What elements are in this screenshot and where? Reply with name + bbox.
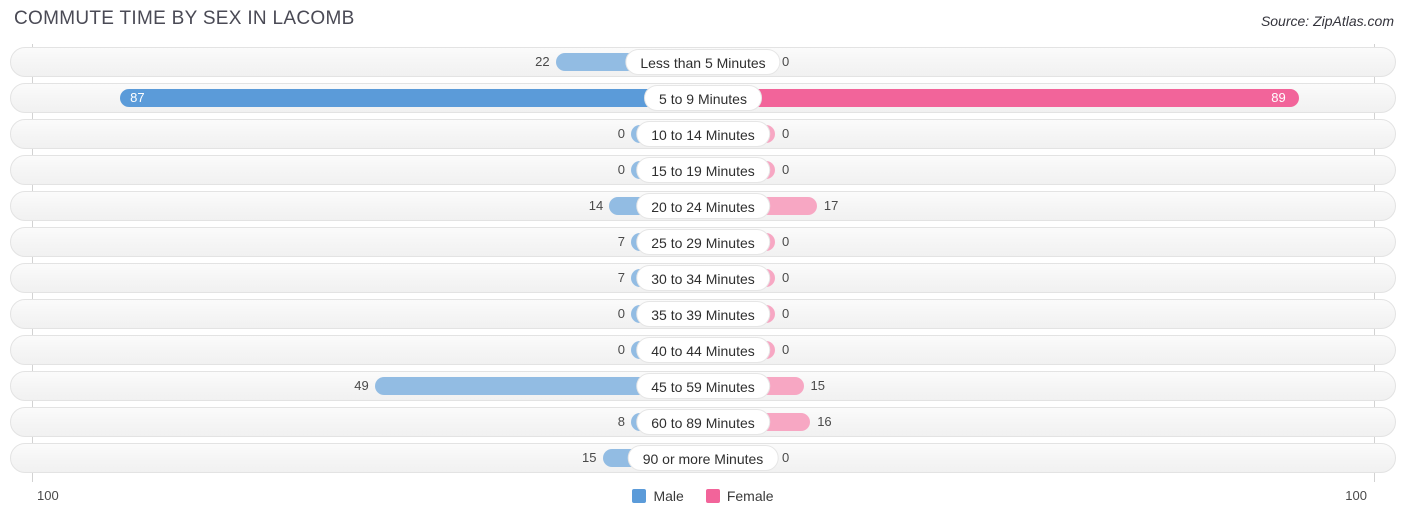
bar-male-container: [33, 413, 703, 431]
category-label: 20 to 24 Minutes: [636, 193, 770, 219]
category-label: 60 to 89 Minutes: [636, 409, 770, 435]
legend-swatch-female-icon: [705, 489, 720, 503]
table-row[interactable]: 87 89 5 to 9 Minutes: [0, 80, 1406, 116]
bar-female-container: [703, 413, 1373, 431]
category-label: 25 to 29 Minutes: [636, 229, 770, 255]
bar-female-container: [703, 377, 1373, 395]
bar-male-container: [33, 449, 703, 467]
table-row[interactable]: 7 0 25 to 29 Minutes: [0, 224, 1406, 260]
value-female: 16: [817, 414, 832, 429]
value-female: 17: [823, 198, 839, 213]
bar-female-container: [703, 161, 1373, 179]
category-label: 15 to 19 Minutes: [636, 157, 770, 183]
bar-male-container: [33, 53, 703, 71]
table-row[interactable]: 8 16 60 to 89 Minutes: [0, 404, 1406, 440]
category-label: 30 to 34 Minutes: [636, 265, 770, 291]
legend-item-male[interactable]: Male: [632, 488, 684, 504]
page-title: COMMUTE TIME BY SEX IN LACOMB: [14, 8, 355, 29]
bar-male-container: [33, 269, 703, 287]
category-label: 45 to 59 Minutes: [636, 373, 770, 399]
table-row[interactable]: 0 0 40 to 44 Minutes: [0, 332, 1406, 368]
legend-item-female[interactable]: Female: [705, 488, 774, 504]
bar-female-container: [703, 53, 1373, 71]
chart-footer: 100 100 Male Female: [0, 482, 1406, 522]
value-male: 15: [582, 450, 597, 465]
table-row[interactable]: 14 17 20 to 24 Minutes: [0, 188, 1406, 224]
value-female: 89: [1271, 90, 1286, 105]
value-female: 0: [782, 234, 790, 249]
legend-swatch-male-icon: [632, 489, 647, 503]
value-female: 0: [782, 450, 790, 465]
value-male: 87: [130, 90, 145, 105]
bar-female-container: [703, 197, 1373, 215]
category-label: 90 or more Minutes: [627, 445, 779, 471]
bar-male-container: [33, 305, 703, 323]
value-female: 0: [782, 162, 790, 177]
table-row[interactable]: 7 0 30 to 34 Minutes: [0, 260, 1406, 296]
legend-label-male: Male: [653, 488, 684, 504]
category-label: 40 to 44 Minutes: [636, 337, 770, 363]
value-female: 0: [782, 306, 790, 321]
value-male: 7: [617, 234, 625, 249]
bar-female-container: [703, 125, 1373, 143]
table-row[interactable]: 0 0 35 to 39 Minutes: [0, 296, 1406, 332]
bar-male-container: [33, 341, 703, 359]
value-male: 8: [617, 414, 625, 429]
value-male: 0: [617, 126, 625, 141]
value-male: 22: [535, 54, 550, 69]
value-male: 0: [617, 306, 625, 321]
value-male: 7: [617, 270, 625, 285]
value-male: 49: [354, 378, 369, 393]
value-male: 0: [617, 342, 625, 357]
bar-male-container: [33, 125, 703, 143]
bar-female-container: [703, 305, 1373, 323]
value-female: 0: [782, 126, 790, 141]
legend-label-female: Female: [726, 488, 774, 504]
bar-female-container: [703, 341, 1373, 359]
category-label: 35 to 39 Minutes: [636, 301, 770, 327]
bar-male[interactable]: [120, 89, 703, 107]
category-label: 5 to 9 Minutes: [644, 85, 762, 111]
category-label: 10 to 14 Minutes: [636, 121, 770, 147]
table-row[interactable]: 0 0 15 to 19 Minutes: [0, 152, 1406, 188]
table-row[interactable]: 0 0 10 to 14 Minutes: [0, 116, 1406, 152]
plot-area: 22 0 Less than 5 Minutes 87 89 5 to 9 Minutes…: [0, 44, 1406, 482]
bar-female-container: [703, 449, 1373, 467]
value-male: 0: [617, 162, 625, 177]
source-attribution: Source: ZipAtlas.com: [1260, 13, 1394, 29]
table-row[interactable]: 49 15 45 to 59 Minutes: [0, 368, 1406, 404]
bar-female-container: [703, 233, 1373, 251]
bar-male-container: [33, 233, 703, 251]
commute-time-chart: COMMUTE TIME BY SEX IN LACOMB Source: Zi…: [0, 0, 1406, 522]
bar-female-container: [703, 269, 1373, 287]
value-male: 14: [588, 198, 604, 213]
legend: Male Female: [0, 488, 1406, 504]
value-female: 0: [782, 54, 790, 69]
bar-male-container: [33, 161, 703, 179]
category-label: Less than 5 Minutes: [625, 49, 781, 75]
value-female: 0: [782, 270, 790, 285]
table-row[interactable]: 22 0 Less than 5 Minutes: [0, 44, 1406, 80]
table-row[interactable]: 15 0 90 or more Minutes: [0, 440, 1406, 476]
value-female: 15: [810, 378, 825, 393]
value-female: 0: [782, 342, 790, 357]
chart-header: COMMUTE TIME BY SEX IN LACOMB Source: Zi…: [0, 0, 1406, 44]
bar-rows: 22 0 Less than 5 Minutes 87 89 5 to 9 Minutes…: [0, 44, 1406, 476]
bar-female[interactable]: [703, 89, 1300, 107]
